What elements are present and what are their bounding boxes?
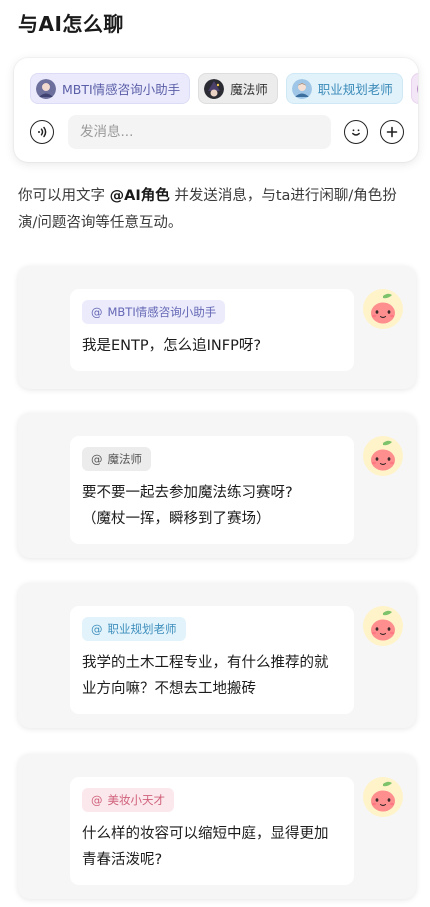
example-card[interactable]: @ 职业规划老师 我学的土木工程专业，有什么推荐的就业方向嘛？不想去工地搬砖 — [18, 583, 416, 728]
character-chip-wizard[interactable]: 魔法师 — [198, 73, 278, 104]
example-card[interactable]: @ 美妆小天才 什么样的妆容可以缩短中庭，显得更加青春活泼呢? — [18, 754, 416, 899]
voice-input-icon[interactable] — [30, 120, 54, 144]
character-chip-career[interactable]: 职业规划老师 — [285, 73, 403, 104]
example-bubble: @ MBTI情感咨询小助手 我是ENTP，怎么追INFP呀? — [70, 289, 354, 371]
example-card[interactable]: @ 魔法师 要不要一起去参加魔法练习赛呀? （魔杖一挥，瞬移到了赛场） — [18, 413, 416, 558]
mbti-avatar-icon — [36, 78, 56, 99]
character-tag-label: 魔法师 — [107, 452, 143, 466]
intro-highlight: @AI角色 — [109, 188, 170, 204]
message-input[interactable] — [68, 115, 331, 149]
character-tag: @ 职业规划老师 — [82, 617, 186, 641]
example-question: 要不要一起去参加魔法练习赛呀? （魔杖一挥，瞬移到了赛场） — [82, 485, 293, 527]
add-icon[interactable] — [380, 120, 404, 144]
character-avatar-icon — [416, 79, 418, 99]
character-chip-mbti[interactable]: MBTI情感咨询小助手 — [30, 73, 191, 104]
character-tag: @ 魔法师 — [82, 447, 151, 471]
character-chip-label: MBTI情感咨询小助手 — [62, 82, 181, 97]
character-tag: @ 美妆小天才 — [82, 788, 174, 812]
at-symbol: @ — [91, 452, 103, 466]
example-card[interactable]: @ MBTI情感咨询小助手 我是ENTP，怎么追INFP呀? — [18, 266, 416, 389]
peach-avatar-icon — [363, 777, 403, 817]
peach-avatar-icon — [363, 606, 403, 646]
character-tag-label: MBTI情感咨询小助手 — [107, 305, 217, 319]
page-title: 与AI怎么聊 — [18, 12, 124, 36]
character-chip-label: 职业规划老师 — [317, 82, 393, 97]
at-symbol: @ — [91, 305, 103, 319]
composer-input-row — [30, 115, 404, 149]
example-bubble: @ 美妆小天才 什么样的妆容可以缩短中庭，显得更加青春活泼呢? — [70, 777, 354, 885]
intro-text: 你可以用文字 @AI角色 并发送消息，与ta进行闲聊/角色扮演/问题咨询等任意互… — [18, 183, 414, 237]
example-question: 我学的土木工程专业，有什么推荐的就业方向嘛？不想去工地搬砖 — [82, 655, 329, 697]
example-bubble: @ 魔法师 要不要一起去参加魔法练习赛呀? （魔杖一挥，瞬移到了赛场） — [70, 436, 354, 544]
message-composer: MBTI情感咨询小助手 魔法师 职业规划老师 发消息... — [14, 58, 418, 162]
example-bubble: @ 职业规划老师 我学的土木工程专业，有什么推荐的就业方向嘛？不想去工地搬砖 — [70, 606, 354, 714]
example-question: 我是ENTP，怎么追INFP呀? — [82, 338, 262, 354]
intro-text-part: 你可以用文字 — [18, 188, 110, 204]
character-tag-label: 职业规划老师 — [107, 622, 177, 636]
example-question: 什么样的妆容可以缩短中庭，显得更加青春活泼呢? — [82, 826, 329, 868]
character-tag: @ MBTI情感咨询小助手 — [82, 300, 226, 324]
character-chip-more[interactable] — [410, 73, 418, 104]
career-avatar-icon — [291, 78, 312, 99]
at-symbol: @ — [91, 622, 103, 636]
peach-avatar-icon — [363, 436, 403, 476]
emoji-icon[interactable] — [344, 120, 368, 144]
peach-avatar-icon — [363, 289, 403, 329]
character-chip-list: MBTI情感咨询小助手 魔法师 职业规划老师 — [30, 73, 418, 105]
at-symbol: @ — [91, 793, 103, 807]
wizard-avatar-icon — [204, 78, 225, 99]
character-tag-label: 美妆小天才 — [107, 793, 166, 807]
character-chip-label: 魔法师 — [230, 82, 268, 97]
